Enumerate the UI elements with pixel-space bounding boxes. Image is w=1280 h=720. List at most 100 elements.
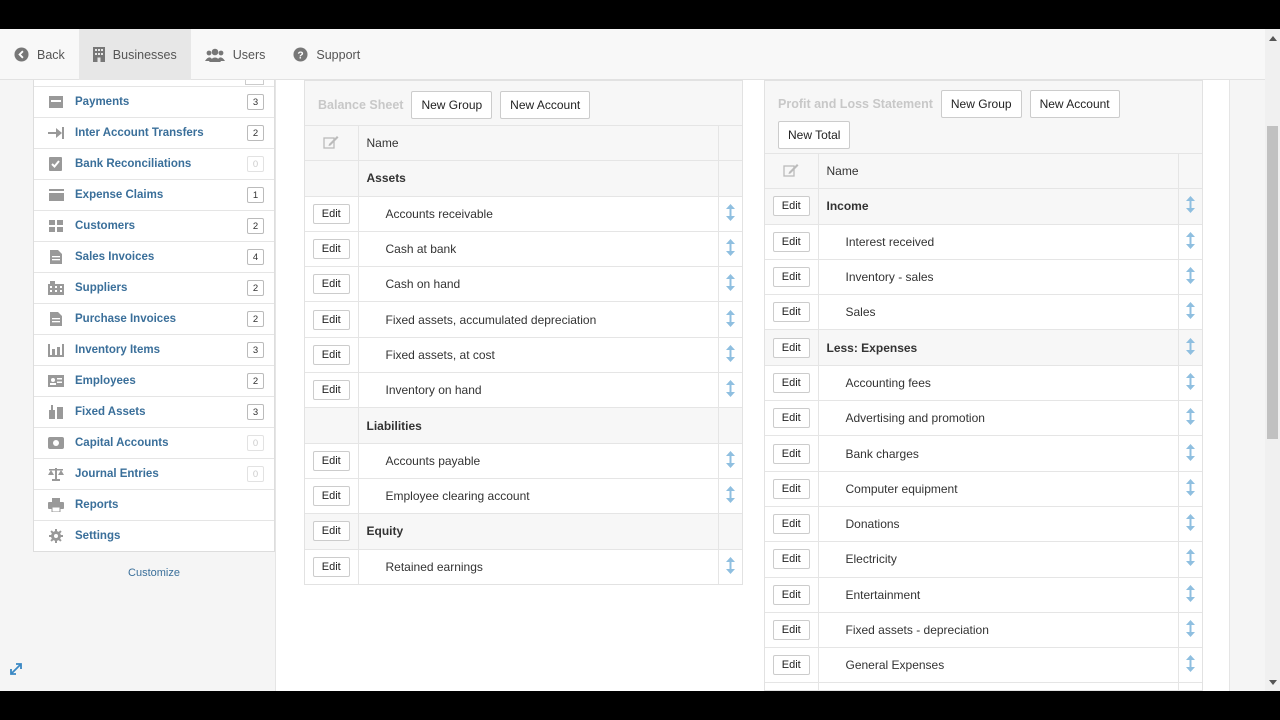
sidebar-item-customers[interactable]: Customers 2 <box>34 210 274 241</box>
sidebar-list: Payments 3 Inter Account Transfers 2 Bank Re… <box>33 80 275 552</box>
move-handle[interactable] <box>1177 223 1202 260</box>
sidebar-item-inter-account-transfers[interactable]: Inter Account Transfers 2 <box>34 117 274 148</box>
move-updown-icon <box>1185 478 1195 496</box>
move-updown-icon <box>725 486 735 504</box>
move-handle[interactable] <box>717 372 742 408</box>
move-handle[interactable] <box>717 195 742 232</box>
scroll-up-arrow-icon[interactable] <box>1265 31 1280 45</box>
move-handle[interactable] <box>717 336 742 373</box>
move-handle[interactable] <box>1177 647 1202 683</box>
edit-button[interactable]: Edit <box>312 239 350 260</box>
edit-button[interactable]: Edit <box>772 337 810 358</box>
edit-button[interactable]: Edit <box>312 556 350 577</box>
move-handle[interactable] <box>717 230 742 267</box>
scroll-down-arrow-icon[interactable] <box>1265 675 1280 689</box>
sidebar-item-settings[interactable]: Settings <box>34 520 274 551</box>
move-handle[interactable] <box>1177 329 1202 366</box>
edit-button[interactable]: Edit <box>772 584 810 605</box>
account-name: Fixed assets - depreciation <box>818 611 1178 648</box>
move-handle[interactable] <box>1177 611 1202 648</box>
edit-button[interactable]: Edit <box>312 309 350 330</box>
pl-new-group-button[interactable]: New Group <box>940 89 1022 118</box>
sidebar-item-suppliers[interactable]: Suppliers 2 <box>34 272 274 303</box>
account-row: Edit Fixed assets, accumulated depreciati… <box>305 301 742 338</box>
move-handle[interactable] <box>1177 470 1202 507</box>
sidebar-item-capital-accounts[interactable]: Capital Accounts 0 <box>34 427 274 458</box>
count-badge: 2 <box>247 311 264 327</box>
edit-button[interactable]: Edit <box>312 380 350 401</box>
move-handle[interactable] <box>1177 294 1202 330</box>
move-handle[interactable] <box>1177 258 1202 295</box>
page-scrollbar[interactable] <box>1265 29 1280 691</box>
move-handle[interactable] <box>1177 541 1202 578</box>
pl-new-total-button[interactable]: New Total <box>778 120 851 149</box>
count-badge: 2 <box>247 125 264 141</box>
sidebar-item-fixed-assets[interactable]: Fixed Assets 3 <box>34 396 274 427</box>
edit-button[interactable]: Edit <box>312 450 350 471</box>
edit-button[interactable]: Edit <box>772 620 810 640</box>
edit-cell: Edit <box>305 372 359 408</box>
edit-button[interactable]: Edit <box>772 514 810 535</box>
sidebar-item-expense-claims[interactable]: Expense Claims 1 <box>34 179 274 210</box>
sidebar-item-employees[interactable]: Employees 2 <box>34 365 274 396</box>
nav-support[interactable]: ? Support <box>279 29 374 80</box>
sidebar-item-inventory-items[interactable]: Inventory Items 3 <box>34 334 274 365</box>
edit-button[interactable]: Edit <box>772 655 810 676</box>
edit-column-header <box>305 124 359 161</box>
sidebar-item-payments[interactable]: Payments 3 <box>34 86 274 117</box>
edit-button[interactable]: Edit <box>772 408 810 429</box>
nav-back[interactable]: Back <box>0 29 79 80</box>
move-handle[interactable] <box>717 266 742 302</box>
bs-new-account-button[interactable]: New Account <box>500 91 591 119</box>
move-handle[interactable] <box>717 301 742 338</box>
edit-button[interactable]: Edit <box>312 521 350 542</box>
account-name: Donations <box>818 505 1178 542</box>
sidebar-item-label: Reports <box>75 499 119 511</box>
move-handle[interactable] <box>1177 435 1202 472</box>
sidebar-item-label: Customers <box>75 220 136 232</box>
sidebar-item-journal-entries[interactable]: Journal Entries 0 <box>34 458 274 489</box>
edit-button[interactable]: Edit <box>312 274 350 295</box>
edit-button[interactable]: Edit <box>772 478 810 499</box>
edit-button[interactable]: Edit <box>312 203 350 224</box>
move-handle[interactable] <box>717 477 742 514</box>
edit-button[interactable]: Edit <box>772 372 810 393</box>
move-handle[interactable] <box>1177 682 1202 690</box>
move-handle[interactable] <box>1177 364 1202 401</box>
count-badge: 2 <box>247 280 264 296</box>
edit-button[interactable]: Edit <box>772 549 810 570</box>
move-handle[interactable] <box>717 442 742 479</box>
payments-icon <box>48 95 64 109</box>
bs-new-group-button[interactable]: New Group <box>411 91 493 119</box>
nav-businesses[interactable]: Businesses <box>78 29 191 80</box>
account-name: Income <box>818 188 1178 225</box>
edit-button[interactable]: Edit <box>312 486 350 507</box>
move-handle[interactable] <box>1177 576 1202 613</box>
account-name: Equity <box>358 513 718 550</box>
customize-link[interactable]: Customize <box>33 567 275 579</box>
app-screen: Back Businesses Users ? Support Payments… <box>0 29 1280 691</box>
edit-button[interactable]: Edit <box>772 443 810 464</box>
edit-button[interactable]: Edit <box>772 231 810 252</box>
move-handle[interactable] <box>717 548 742 585</box>
scrollbar-thumb[interactable] <box>1267 126 1278 439</box>
sidebar-item-reports[interactable]: Reports <box>34 489 274 520</box>
edit-button[interactable]: Edit <box>772 267 810 288</box>
account-row: Edit Fixed assets, at cost <box>305 336 742 373</box>
sidebar-item-purchase-invoices[interactable]: Purchase Invoices 2 <box>34 303 274 334</box>
account-row: Edit Cash at bank <box>305 230 742 267</box>
nav-users[interactable]: Users <box>191 29 280 80</box>
sidebar-item-sales-invoices[interactable]: Sales Invoices 4 <box>34 241 274 272</box>
account-name: Less: Expenses <box>818 329 1178 366</box>
pl-new-account-button[interactable]: New Account <box>1029 89 1120 118</box>
sidebar-item-bank-reconciliations[interactable]: Bank Reconciliations 0 <box>34 148 274 179</box>
expand-icon[interactable] <box>8 661 24 677</box>
edit-button[interactable]: Edit <box>772 302 810 323</box>
count-badge: 0 <box>247 435 264 451</box>
move-handle[interactable] <box>1177 188 1202 225</box>
edit-button[interactable]: Edit <box>312 344 350 365</box>
move-handle[interactable] <box>1177 400 1202 436</box>
sidebar-item-label: Purchase Invoices <box>75 313 176 325</box>
edit-button[interactable]: Edit <box>772 196 810 217</box>
move-handle[interactable] <box>1177 505 1202 542</box>
